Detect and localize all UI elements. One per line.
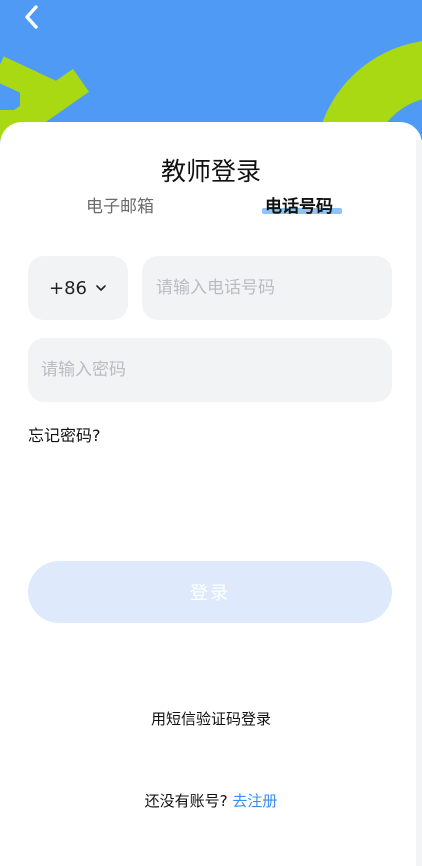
phone-input[interactable] [142,256,392,320]
password-field-container [28,338,392,402]
sms-login-link[interactable]: 用短信验证码登录 [0,708,422,729]
chevron-down-icon [95,284,107,292]
forgot-password-link[interactable]: 忘记密码? [28,422,101,446]
register-prompt: 还没有账号? [144,792,228,810]
login-card: 教师登录 电子邮箱 电话号码 +86 忘记密码? 登录 用短信验证码登录 还没有… [0,122,422,866]
scroll-edge [416,140,422,866]
tab-phone-label: 电话号码 [265,197,333,217]
register-link[interactable]: 去注册 [232,792,277,810]
register-row: 还没有账号? 去注册 [0,790,422,811]
tab-phone[interactable]: 电话号码 [265,192,333,217]
chevron-left-icon [25,5,38,29]
page-title: 教师登录 [160,157,261,186]
password-input[interactable] [28,338,392,402]
country-code-select[interactable]: +86 [28,256,128,320]
country-code-value: +86 [49,277,87,299]
tab-email[interactable]: 电子邮箱 [86,192,154,217]
phone-field-container [142,256,392,320]
back-button[interactable] [22,4,52,34]
login-button[interactable]: 登录 [28,561,392,623]
tab-email-label: 电子邮箱 [86,197,154,217]
